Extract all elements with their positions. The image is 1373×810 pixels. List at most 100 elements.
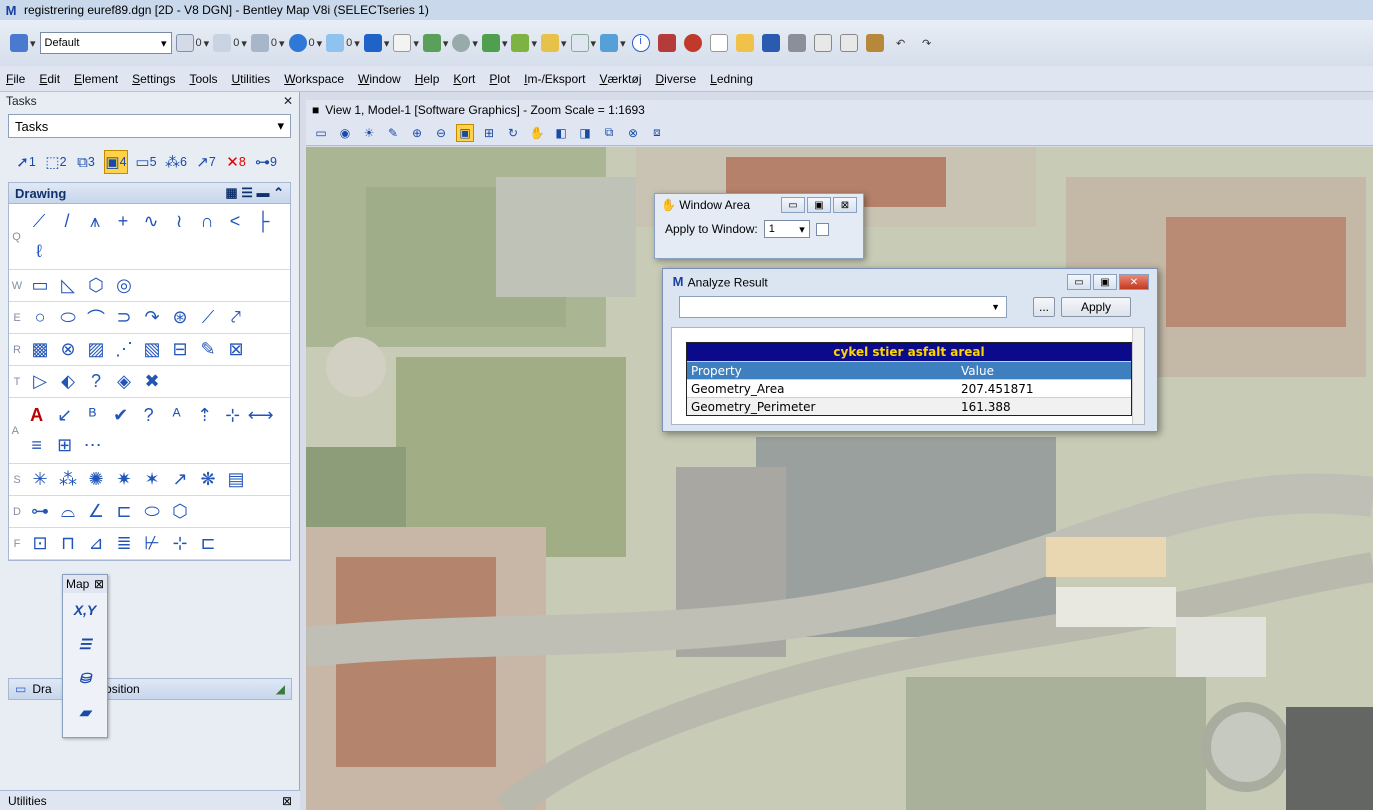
dim-radius-size-icon[interactable]: ⊏ (197, 532, 219, 556)
minimize-button[interactable]: ▭ (781, 197, 805, 213)
models-button[interactable]: ▾ (511, 30, 537, 56)
text-display-icon[interactable]: ⊞ (54, 434, 76, 458)
redo-button[interactable]: ↷ (916, 30, 938, 56)
update-icon[interactable]: ✎ (384, 124, 402, 142)
point-icon[interactable]: + (112, 210, 134, 234)
tasks-dropdown[interactable]: Tasks ▾ (8, 114, 291, 138)
tag-edit-icon[interactable]: ⁂ (57, 468, 79, 492)
text-split-icon[interactable]: ⊹ (222, 404, 244, 428)
open-file-button[interactable] (734, 30, 756, 56)
edit-pattern-icon[interactable]: ✎ (197, 338, 219, 362)
close-button[interactable]: ⊠ (833, 197, 857, 213)
ink-icon[interactable]: ℓ (28, 240, 50, 264)
result-scrollbar[interactable] (1132, 328, 1144, 424)
raster-button[interactable]: ▾ (422, 30, 448, 56)
copy-button[interactable] (838, 30, 860, 56)
circle-icon[interactable]: ○ (29, 306, 51, 330)
utilities-panel[interactable]: Utilities ⊠ (0, 790, 300, 810)
lights-icon[interactable]: ☀ (360, 124, 378, 142)
zoom-in-icon[interactable]: ⊕ (408, 124, 426, 142)
feature-dropdown[interactable]: ▼ (679, 296, 1007, 318)
menu-help[interactable]: Help (415, 72, 440, 86)
window-number-select[interactable]: 1 ▾ (763, 220, 810, 238)
place-line-icon[interactable]: / (56, 210, 78, 234)
close-icon[interactable]: ⊠ (94, 577, 104, 591)
manipulate-tool[interactable]: ⧉ 3 (74, 150, 98, 174)
fit-view-icon[interactable]: ⊞ (480, 124, 498, 142)
render-button[interactable]: ▾ (452, 30, 478, 56)
view-display-button[interactable]: ▾ (481, 30, 507, 56)
tag-table-icon[interactable]: ▤ (225, 468, 247, 492)
menu-plot[interactable]: Plot (489, 72, 510, 86)
region-icon[interactable]: ◎ (113, 274, 135, 298)
transparency-selector[interactable]: 0 ▾ (326, 30, 360, 56)
level-manager-button[interactable]: ▾ (10, 30, 36, 56)
tag-icon[interactable]: ✳ (29, 468, 51, 492)
pan-icon[interactable]: ✋ (528, 124, 546, 142)
info-button[interactable]: i (630, 30, 652, 56)
menu-edit[interactable]: Edit (39, 72, 60, 86)
delete-button[interactable] (682, 30, 704, 56)
map-list-tool[interactable]: ☰ (63, 627, 107, 661)
fill-icon[interactable]: ▧ (141, 338, 163, 362)
menu-vaerktoej[interactable]: Værktøj (599, 72, 641, 86)
dim-ordinate-icon[interactable]: ⬡ (169, 500, 191, 524)
drawing-composition-section[interactable]: ▭ Dra nposition ◢ (8, 678, 292, 700)
dim-angle-icon[interactable]: ∠ (85, 500, 107, 524)
clip-volume-icon[interactable]: ⊗ (624, 124, 642, 142)
tag-arrow-icon[interactable]: ↗ (169, 468, 191, 492)
grid-button[interactable] (656, 30, 678, 56)
cut-button[interactable] (812, 30, 834, 56)
close-button[interactable]: ✕ (1119, 274, 1149, 290)
maximize-button[interactable]: ▣ (807, 197, 831, 213)
measure-tool[interactable]: ⊶ 9 (254, 150, 278, 174)
dim-size-icon[interactable]: ⊡ (29, 532, 51, 556)
tag-delete-icon[interactable]: ✺ (85, 468, 107, 492)
camera-icon[interactable]: ⧈ (648, 124, 666, 142)
map-database-tool[interactable]: ⛁ (63, 661, 107, 695)
menu-ledning[interactable]: Ledning (710, 72, 753, 86)
polygon-icon[interactable]: ⬡ (85, 274, 107, 298)
fence-tool[interactable]: ⬚ 2 (44, 150, 68, 174)
cell-identify-icon[interactable]: ? (85, 370, 107, 394)
text-increment-icon[interactable]: ⇡ (194, 404, 216, 428)
delete-tool[interactable]: ✕ 8 (224, 150, 248, 174)
maximize-button[interactable]: ▣ (1093, 274, 1117, 290)
dim-element-icon[interactable]: ⊏ (113, 500, 135, 524)
next-view-icon[interactable]: ◨ (576, 124, 594, 142)
map-toolbox-header[interactable]: Map ⊠ (63, 575, 107, 593)
arc-extend-icon[interactable]: ↷ (141, 306, 163, 330)
text-change-icon[interactable]: ᴬ (166, 404, 188, 428)
save-button[interactable] (760, 30, 782, 56)
display-style-icon[interactable]: ◉ (336, 124, 354, 142)
dim-arc-icon[interactable]: ⌓ (57, 500, 79, 524)
paste-button[interactable] (864, 30, 886, 56)
arc-center-icon[interactable]: ⊛ (169, 306, 191, 330)
place-smartline-icon[interactable]: ⟋ (28, 210, 50, 234)
element-selection-button[interactable]: ▾ (363, 30, 389, 56)
text-copy-icon[interactable]: ⟷ (248, 404, 274, 428)
tag-set-icon[interactable]: ❋ (197, 468, 219, 492)
menu-utilities[interactable]: Utilities (232, 72, 271, 86)
crosshatch-icon[interactable]: ▨ (85, 338, 107, 362)
group-tool[interactable]: ⁂ 6 (164, 150, 188, 174)
arc-line-icon[interactable]: < (224, 210, 246, 234)
tag-review-icon[interactable]: ✷ (113, 468, 135, 492)
hatch-icon[interactable]: ⊗ (57, 338, 79, 362)
references-button[interactable]: ▾ (393, 30, 419, 56)
text-field-icon[interactable]: ⋯ (82, 434, 104, 458)
menu-tools[interactable]: Tools (189, 72, 217, 86)
place-text-icon[interactable]: A (26, 404, 48, 428)
menu-element[interactable]: Element (74, 72, 118, 86)
delete-pattern-icon[interactable]: ⊠ (225, 338, 247, 362)
stream-icon[interactable]: ≀ (168, 210, 190, 234)
menu-workspace[interactable]: Workspace (284, 72, 344, 86)
minimize-button[interactable]: ▭ (1067, 274, 1091, 290)
match-pattern-icon[interactable]: ⊟ (169, 338, 191, 362)
line-style-selector[interactable]: 0 ▾ (213, 30, 247, 56)
text-note-icon[interactable]: ↙ (54, 404, 76, 428)
browse-button[interactable]: ... (1033, 297, 1055, 317)
copy-view-icon[interactable]: ⧉ (600, 124, 618, 142)
menu-kort[interactable]: Kort (453, 72, 475, 86)
dim-angle-size-icon[interactable]: ⊿ (85, 532, 107, 556)
